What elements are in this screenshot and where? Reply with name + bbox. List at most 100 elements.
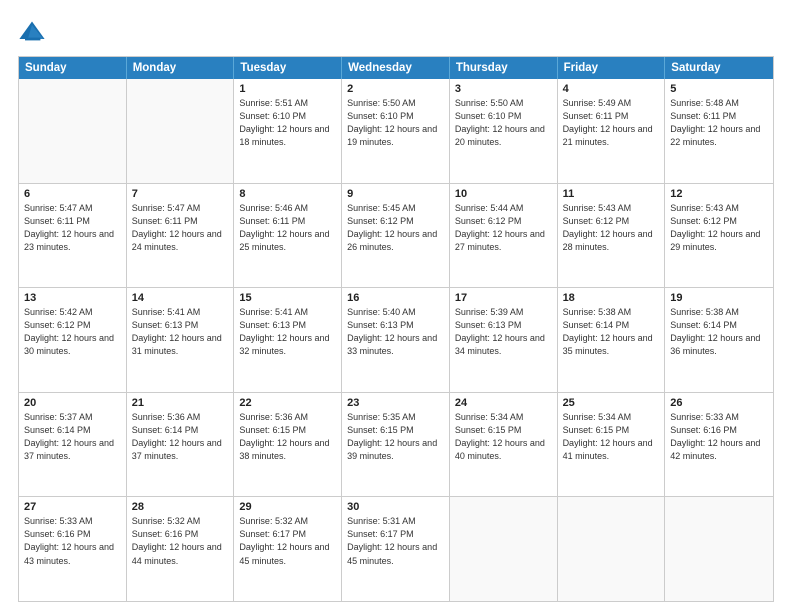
day-number: 30	[347, 501, 444, 513]
day-info: Sunrise: 5:49 AM Sunset: 6:11 PM Dayligh…	[563, 97, 660, 149]
day-number: 7	[132, 188, 229, 200]
day-number: 29	[239, 501, 336, 513]
calendar-header-cell: Wednesday	[342, 57, 450, 79]
day-info: Sunrise: 5:38 AM Sunset: 6:14 PM Dayligh…	[670, 306, 768, 358]
calendar-cell: 14 Sunrise: 5:41 AM Sunset: 6:13 PM Dayli…	[127, 288, 235, 392]
calendar-cell: 4 Sunrise: 5:49 AM Sunset: 6:11 PM Daylig…	[558, 79, 666, 183]
day-info: Sunrise: 5:42 AM Sunset: 6:12 PM Dayligh…	[24, 306, 121, 358]
day-info: Sunrise: 5:47 AM Sunset: 6:11 PM Dayligh…	[132, 202, 229, 254]
day-number: 5	[670, 83, 768, 95]
day-info: Sunrise: 5:41 AM Sunset: 6:13 PM Dayligh…	[132, 306, 229, 358]
day-info: Sunrise: 5:36 AM Sunset: 6:14 PM Dayligh…	[132, 411, 229, 463]
day-info: Sunrise: 5:45 AM Sunset: 6:12 PM Dayligh…	[347, 202, 444, 254]
day-info: Sunrise: 5:43 AM Sunset: 6:12 PM Dayligh…	[670, 202, 768, 254]
day-info: Sunrise: 5:43 AM Sunset: 6:12 PM Dayligh…	[563, 202, 660, 254]
day-number: 3	[455, 83, 552, 95]
day-number: 23	[347, 397, 444, 409]
calendar-cell: 24Sunrise: 5:34 AM Sunset: 6:15 PM Dayli…	[450, 393, 558, 497]
calendar-row: 1 Sunrise: 5:51 AM Sunset: 6:10 PM Daylig…	[19, 79, 773, 184]
calendar-cell: 18 Sunrise: 5:38 AM Sunset: 6:14 PM Dayli…	[558, 288, 666, 392]
day-number: 9	[347, 188, 444, 200]
day-info: Sunrise: 5:51 AM Sunset: 6:10 PM Dayligh…	[239, 97, 336, 149]
header	[18, 18, 774, 46]
day-info: Sunrise: 5:40 AM Sunset: 6:13 PM Dayligh…	[347, 306, 444, 358]
day-info: Sunrise: 5:50 AM Sunset: 6:10 PM Dayligh…	[347, 97, 444, 149]
day-number: 19	[670, 292, 768, 304]
calendar-row: 13 Sunrise: 5:42 AM Sunset: 6:12 PM Dayli…	[19, 288, 773, 393]
calendar-header: SundayMondayTuesdayWednesdayThursdayFrid…	[19, 57, 773, 79]
calendar-cell: 28Sunrise: 5:32 AM Sunset: 6:16 PM Dayli…	[127, 497, 235, 601]
calendar-cell: 30 Sunrise: 5:31 AM Sunset: 6:17 PM Dayli…	[342, 497, 450, 601]
day-number: 17	[455, 292, 552, 304]
calendar-cell: 26Sunrise: 5:33 AM Sunset: 6:16 PM Dayli…	[665, 393, 773, 497]
calendar-header-cell: Thursday	[450, 57, 558, 79]
day-info: Sunrise: 5:31 AM Sunset: 6:17 PM Dayligh…	[347, 515, 444, 567]
calendar-cell: 10 Sunrise: 5:44 AM Sunset: 6:12 PM Dayli…	[450, 184, 558, 288]
day-number: 13	[24, 292, 121, 304]
calendar: SundayMondayTuesdayWednesdayThursdayFrid…	[18, 56, 774, 602]
day-number: 14	[132, 292, 229, 304]
calendar-row: 27 Sunrise: 5:33 AM Sunset: 6:16 PM Dayli…	[19, 497, 773, 601]
calendar-cell: 8Sunrise: 5:46 AM Sunset: 6:11 PM Daylig…	[234, 184, 342, 288]
day-number: 22	[239, 397, 336, 409]
day-info: Sunrise: 5:46 AM Sunset: 6:11 PM Dayligh…	[239, 202, 336, 254]
day-info: Sunrise: 5:35 AM Sunset: 6:15 PM Dayligh…	[347, 411, 444, 463]
calendar-row: 6 Sunrise: 5:47 AM Sunset: 6:11 PM Daylig…	[19, 184, 773, 289]
day-info: Sunrise: 5:34 AM Sunset: 6:15 PM Dayligh…	[455, 411, 552, 463]
calendar-body: 1 Sunrise: 5:51 AM Sunset: 6:10 PM Daylig…	[19, 79, 773, 601]
day-info: Sunrise: 5:32 AM Sunset: 6:16 PM Dayligh…	[132, 515, 229, 567]
day-number: 6	[24, 188, 121, 200]
calendar-cell	[450, 497, 558, 601]
calendar-cell: 15 Sunrise: 5:41 AM Sunset: 6:13 PM Dayli…	[234, 288, 342, 392]
day-info: Sunrise: 5:39 AM Sunset: 6:13 PM Dayligh…	[455, 306, 552, 358]
day-number: 20	[24, 397, 121, 409]
day-number: 12	[670, 188, 768, 200]
logo	[18, 18, 50, 46]
day-info: Sunrise: 5:33 AM Sunset: 6:16 PM Dayligh…	[24, 515, 121, 567]
calendar-cell: 5 Sunrise: 5:48 AM Sunset: 6:11 PM Daylig…	[665, 79, 773, 183]
day-number: 15	[239, 292, 336, 304]
calendar-cell: 7 Sunrise: 5:47 AM Sunset: 6:11 PM Daylig…	[127, 184, 235, 288]
calendar-header-cell: Monday	[127, 57, 235, 79]
day-info: Sunrise: 5:44 AM Sunset: 6:12 PM Dayligh…	[455, 202, 552, 254]
calendar-cell: 6 Sunrise: 5:47 AM Sunset: 6:11 PM Daylig…	[19, 184, 127, 288]
day-info: Sunrise: 5:41 AM Sunset: 6:13 PM Dayligh…	[239, 306, 336, 358]
day-info: Sunrise: 5:38 AM Sunset: 6:14 PM Dayligh…	[563, 306, 660, 358]
calendar-cell: 16Sunrise: 5:40 AM Sunset: 6:13 PM Dayli…	[342, 288, 450, 392]
day-info: Sunrise: 5:47 AM Sunset: 6:11 PM Dayligh…	[24, 202, 121, 254]
calendar-cell	[127, 79, 235, 183]
calendar-cell: 11 Sunrise: 5:43 AM Sunset: 6:12 PM Dayli…	[558, 184, 666, 288]
day-number: 2	[347, 83, 444, 95]
calendar-cell: 12 Sunrise: 5:43 AM Sunset: 6:12 PM Dayli…	[665, 184, 773, 288]
calendar-cell: 20 Sunrise: 5:37 AM Sunset: 6:14 PM Dayli…	[19, 393, 127, 497]
calendar-cell: 29 Sunrise: 5:32 AM Sunset: 6:17 PM Dayli…	[234, 497, 342, 601]
day-number: 21	[132, 397, 229, 409]
page: SundayMondayTuesdayWednesdayThursdayFrid…	[0, 0, 792, 612]
calendar-cell: 3Sunrise: 5:50 AM Sunset: 6:10 PM Daylig…	[450, 79, 558, 183]
calendar-cell: 27 Sunrise: 5:33 AM Sunset: 6:16 PM Dayli…	[19, 497, 127, 601]
day-number: 18	[563, 292, 660, 304]
calendar-cell	[19, 79, 127, 183]
calendar-cell: 22 Sunrise: 5:36 AM Sunset: 6:15 PM Dayli…	[234, 393, 342, 497]
day-number: 27	[24, 501, 121, 513]
calendar-header-cell: Friday	[558, 57, 666, 79]
calendar-cell: 2 Sunrise: 5:50 AM Sunset: 6:10 PM Daylig…	[342, 79, 450, 183]
day-number: 25	[563, 397, 660, 409]
day-number: 4	[563, 83, 660, 95]
calendar-cell: 9 Sunrise: 5:45 AM Sunset: 6:12 PM Daylig…	[342, 184, 450, 288]
day-info: Sunrise: 5:32 AM Sunset: 6:17 PM Dayligh…	[239, 515, 336, 567]
day-number: 1	[239, 83, 336, 95]
calendar-header-cell: Tuesday	[234, 57, 342, 79]
day-info: Sunrise: 5:36 AM Sunset: 6:15 PM Dayligh…	[239, 411, 336, 463]
day-info: Sunrise: 5:37 AM Sunset: 6:14 PM Dayligh…	[24, 411, 121, 463]
calendar-cell: 23 Sunrise: 5:35 AM Sunset: 6:15 PM Dayli…	[342, 393, 450, 497]
calendar-cell: 21 Sunrise: 5:36 AM Sunset: 6:14 PM Dayli…	[127, 393, 235, 497]
day-number: 11	[563, 188, 660, 200]
calendar-cell	[665, 497, 773, 601]
calendar-cell: 25Sunrise: 5:34 AM Sunset: 6:15 PM Dayli…	[558, 393, 666, 497]
calendar-cell	[558, 497, 666, 601]
day-number: 10	[455, 188, 552, 200]
calendar-header-cell: Saturday	[665, 57, 773, 79]
day-info: Sunrise: 5:48 AM Sunset: 6:11 PM Dayligh…	[670, 97, 768, 149]
calendar-cell: 1 Sunrise: 5:51 AM Sunset: 6:10 PM Daylig…	[234, 79, 342, 183]
